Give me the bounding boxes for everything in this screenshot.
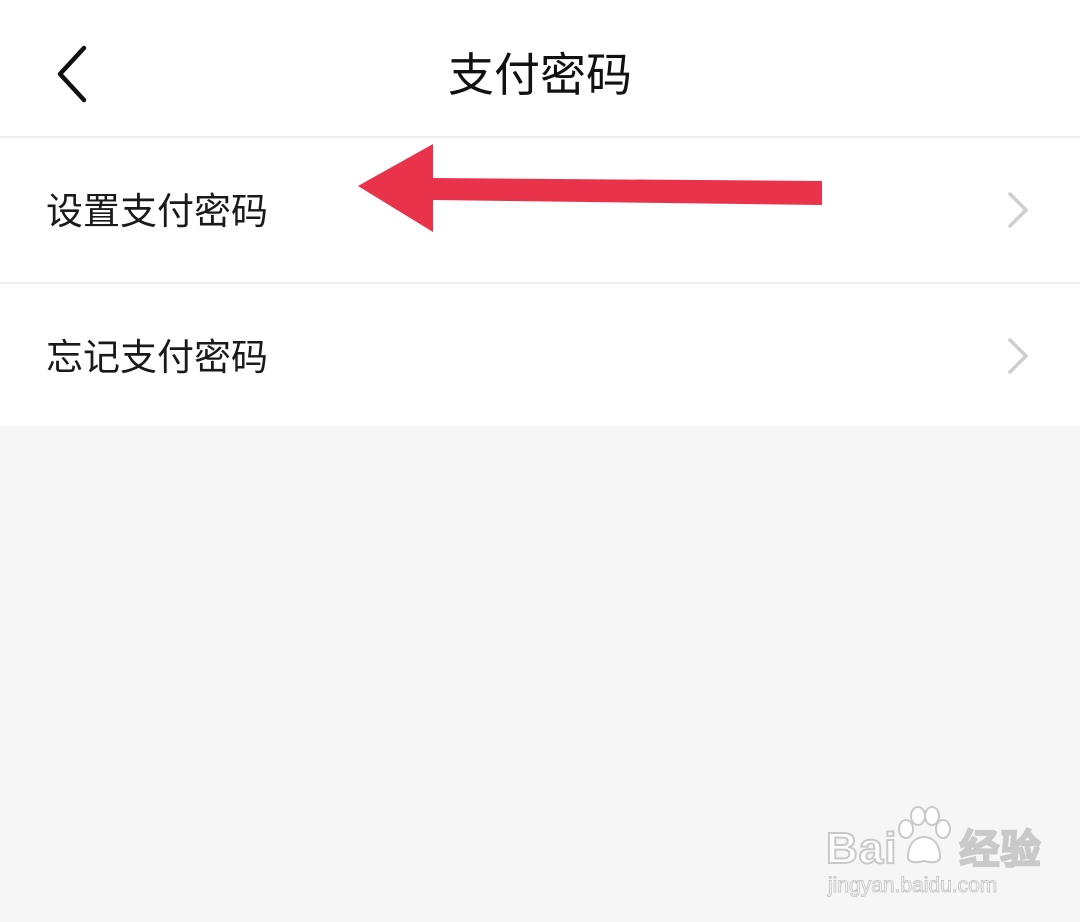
top-nav-bar: 支付密码 bbox=[0, 0, 1080, 138]
watermark-url: jingyan.baidu.com bbox=[827, 874, 998, 897]
set-payment-password-label: 设置支付密码 bbox=[46, 190, 268, 233]
set-payment-password-item[interactable]: 设置支付密码 bbox=[0, 138, 1080, 282]
chevron-right-icon bbox=[1008, 192, 1028, 228]
chevron-right-icon bbox=[1008, 338, 1028, 374]
settings-menu: 设置支付密码 忘记支付密码 bbox=[0, 138, 1080, 426]
page-title: 支付密码 bbox=[448, 48, 632, 102]
forgot-payment-password-item[interactable]: 忘记支付密码 bbox=[0, 282, 1080, 426]
back-button[interactable] bbox=[40, 30, 110, 120]
chevron-left-icon bbox=[57, 45, 87, 103]
watermark-brand: Bai 经验 bbox=[825, 824, 1042, 874]
watermark-brand-left: Bai bbox=[825, 824, 898, 873]
payment-password-screen: 支付密码 设置支付密码 忘记支付密码 Bai 经验 jingyan.baidu.… bbox=[0, 0, 1080, 922]
forgot-payment-password-label: 忘记支付密码 bbox=[46, 336, 268, 379]
baidu-jingyan-watermark: Bai 经验 jingyan.baidu.com bbox=[825, 805, 1041, 900]
watermark-brand-right: 经验 bbox=[958, 827, 1042, 873]
paw-icon bbox=[898, 806, 951, 864]
